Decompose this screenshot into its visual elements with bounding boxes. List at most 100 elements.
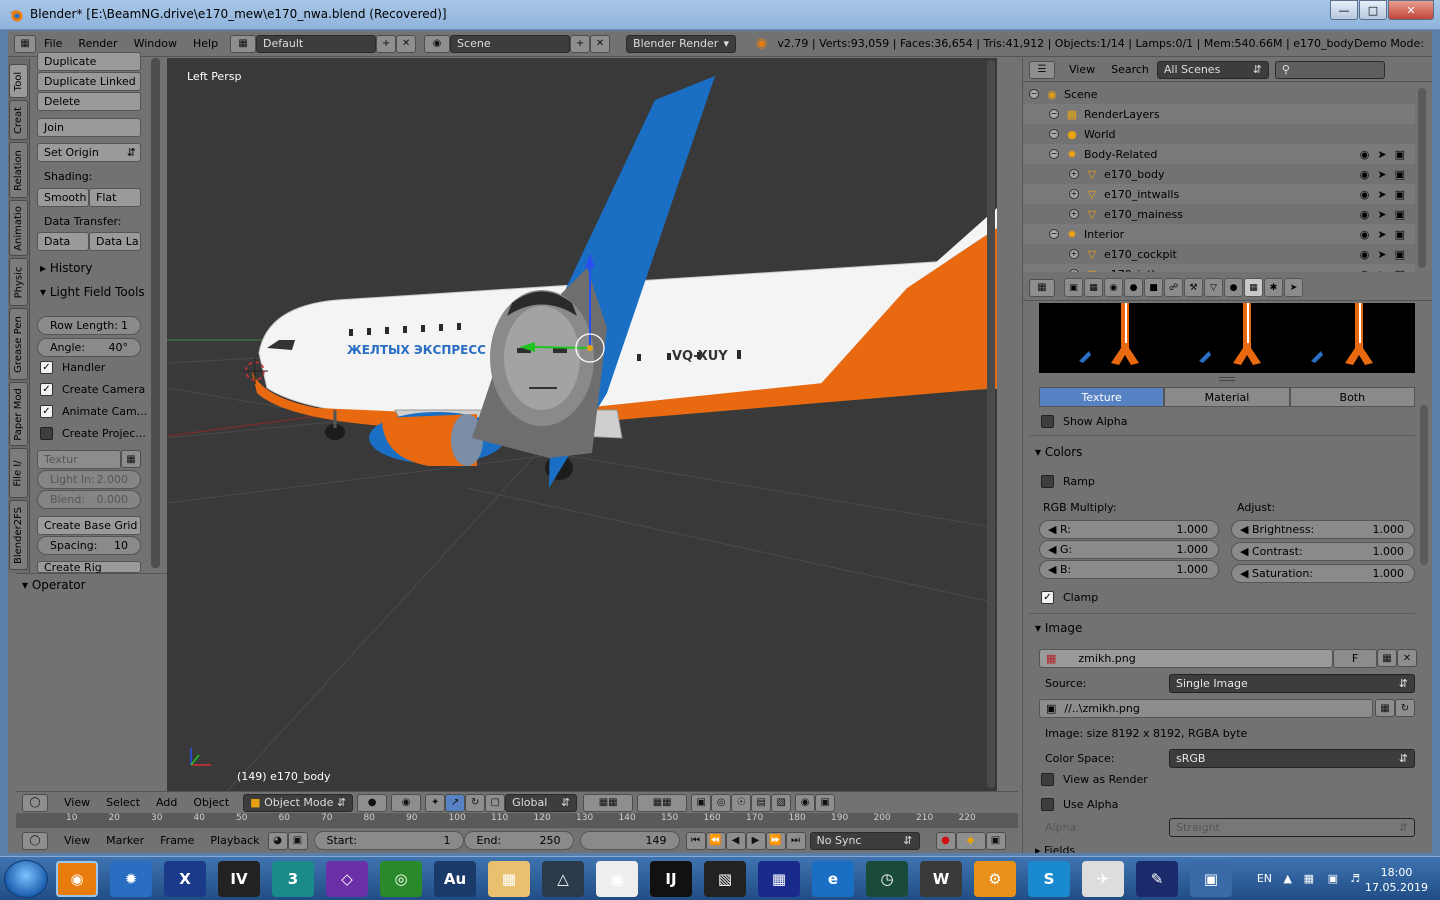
tab-relation[interactable]: Relation: [9, 142, 28, 198]
expand-toggle-icon[interactable]: +: [1069, 269, 1079, 272]
scale-icon[interactable]: ▢: [485, 793, 506, 812]
minimize-button[interactable]: —: [1330, 0, 1358, 20]
expand-toggle-icon[interactable]: −: [1049, 229, 1059, 239]
constraints-tab-icon[interactable]: ☍: [1164, 278, 1183, 297]
history-panel-header[interactable]: ▸ History: [40, 261, 93, 275]
visibility-eye-icon[interactable]: ◉: [1360, 168, 1370, 181]
menu-marker[interactable]: Marker: [98, 834, 152, 847]
delete-button[interactable]: Delete: [37, 92, 141, 111]
lock-icon[interactable]: ▣: [287, 831, 308, 850]
tab-blender2fs[interactable]: Blender2FS: [9, 500, 28, 570]
outliner-row[interactable]: − ● World: [1023, 124, 1415, 144]
editor-type-icon[interactable]: ▦: [1029, 278, 1055, 297]
properties-scrollbar[interactable]: [1420, 405, 1428, 565]
animate-camera-checkbox[interactable]: ✓ Animate Cam...: [40, 405, 147, 418]
render-engine-select[interactable]: Blender Render ▾: [626, 34, 737, 53]
next-keyframe-icon[interactable]: ⏩: [765, 831, 786, 850]
preview-material-tab[interactable]: Material: [1164, 387, 1290, 407]
taskbar-w-app-icon[interactable]: W: [920, 861, 962, 897]
use-alpha-checkbox[interactable]: Use Alpha: [1041, 798, 1118, 811]
create-base-grid-button[interactable]: Create Base Grid: [37, 516, 141, 535]
maximize-button[interactable]: □: [1359, 0, 1387, 20]
selectable-cursor-icon[interactable]: ➤: [1377, 228, 1386, 241]
tab-file-io[interactable]: File I/: [9, 448, 28, 498]
menu-select[interactable]: Select: [98, 796, 148, 809]
taskbar-settings-icon[interactable]: ⚙: [974, 861, 1016, 897]
render-camera-icon[interactable]: ▣: [1395, 148, 1405, 161]
layers-grid-icon[interactable]: ▦▦: [583, 793, 634, 812]
duplicate-linked-button[interactable]: Duplicate Linked: [37, 72, 141, 91]
visibility-eye-icon[interactable]: ◉: [1360, 188, 1370, 201]
render-animation-icon[interactable]: ▣: [815, 793, 836, 812]
scene-icon[interactable]: ◉: [424, 34, 451, 53]
snap-target-icon[interactable]: ▤: [751, 793, 772, 812]
preview-resize-handle[interactable]: [1219, 377, 1235, 381]
render-camera-icon[interactable]: ▣: [1395, 208, 1405, 221]
editor-type-icon[interactable]: ▦: [14, 34, 36, 53]
view-as-render-checkbox[interactable]: View as Render: [1041, 773, 1148, 786]
brightness-field[interactable]: ◀ Brightness: 1.000: [1231, 520, 1415, 539]
taskbar-network-icon[interactable]: ✹: [110, 861, 152, 897]
layout-icon[interactable]: ▦: [230, 34, 257, 53]
selectable-cursor-icon[interactable]: ➤: [1377, 208, 1386, 221]
pivot-icon[interactable]: ◉: [391, 793, 422, 812]
taskbar-desktop-icon[interactable]: ▣: [1190, 861, 1232, 897]
proportional-icon[interactable]: ◎: [711, 793, 732, 812]
taskbar-iv-icon[interactable]: IV: [218, 861, 260, 897]
data-button[interactable]: Data: [37, 232, 89, 251]
color-space-select[interactable]: sRGB ⇵: [1169, 749, 1415, 768]
language-indicator[interactable]: EN: [1257, 872, 1272, 885]
outliner-scrollbar[interactable]: [1418, 88, 1426, 268]
taskbar-intellij-icon[interactable]: IJ: [650, 861, 692, 897]
visibility-eye-icon[interactable]: ◉: [1360, 248, 1370, 261]
visibility-eye-icon[interactable]: ◉: [1360, 208, 1370, 221]
render-camera-icon[interactable]: ▣: [1395, 228, 1405, 241]
display-icon[interactable]: ▣: [1328, 872, 1338, 885]
network-icon[interactable]: ▦: [1304, 872, 1314, 885]
play-reverse-icon[interactable]: ◀: [725, 831, 746, 850]
preview-range-icon[interactable]: ◕: [267, 831, 288, 850]
data-layout-button[interactable]: Data La: [89, 232, 141, 251]
saturation-field[interactable]: ◀ Saturation: 1.000: [1231, 564, 1415, 583]
start-frame-field[interactable]: Start: 1: [313, 831, 464, 850]
outliner-row[interactable]: + ▽ e170_mainess ◉ ➤ ▣: [1023, 204, 1415, 224]
menu-window[interactable]: Window: [126, 37, 185, 50]
expand-toggle-icon[interactable]: −: [1049, 109, 1059, 119]
tray-arrow-icon[interactable]: ▲: [1284, 872, 1292, 885]
keying-set-icon[interactable]: ◆: [955, 831, 986, 850]
tool-panel-scrollbar[interactable]: [151, 58, 160, 568]
taskbar-visual-studio-icon[interactable]: ◇: [326, 861, 368, 897]
scene-tab-icon[interactable]: ◉: [1104, 278, 1123, 297]
record-icon[interactable]: ●: [935, 831, 956, 850]
show-alpha-checkbox[interactable]: Show Alpha: [1041, 415, 1127, 428]
image-browse-icon[interactable]: ▦: [121, 450, 141, 468]
create-projector-checkbox[interactable]: Create Projec...: [40, 427, 146, 440]
taskbar-folder-icon[interactable]: ▦: [488, 861, 530, 897]
snap-icon[interactable]: ☉: [731, 793, 752, 812]
close-button[interactable]: ✕: [1388, 0, 1434, 20]
visibility-eye-icon[interactable]: ◉: [1360, 228, 1370, 241]
image-name-field[interactable]: ▦ zmikh.png: [1039, 649, 1333, 668]
outliner-row[interactable]: − ◉ Scene: [1023, 84, 1415, 104]
tab-grease-pencil[interactable]: Grease Pen: [9, 308, 28, 380]
preview-both-tab[interactable]: Both: [1289, 387, 1415, 407]
tab-paper-model[interactable]: Paper Mod: [9, 382, 28, 446]
menu-view[interactable]: View: [56, 834, 98, 847]
taskbar-rocket-icon[interactable]: ✈: [1082, 861, 1124, 897]
timeline-ruler[interactable]: 10 20 30 40 50 60 70 80 90 100 110 120 130 140 150 160 1…: [16, 813, 1018, 827]
play-icon[interactable]: ▶: [745, 831, 766, 850]
taskbar-x-app-icon[interactable]: X: [164, 861, 206, 897]
outliner-row[interactable]: + ▽ e170_body ◉ ➤ ▣: [1023, 164, 1415, 184]
current-frame-field[interactable]: 149: [579, 831, 680, 850]
g-field[interactable]: ◀ G: 1.000: [1039, 540, 1219, 559]
tab-create[interactable]: Creat: [9, 100, 28, 140]
display-mode-select[interactable]: All Scenes ⇵: [1156, 60, 1269, 79]
visibility-eye-icon[interactable]: ◉: [1360, 148, 1370, 161]
row-length-field[interactable]: Row Length: 1: [37, 316, 141, 335]
physics-tab-icon[interactable]: ➤: [1284, 278, 1303, 297]
menu-help[interactable]: Help: [185, 37, 226, 50]
render-camera-icon[interactable]: ▣: [1395, 248, 1405, 261]
selectable-cursor-icon[interactable]: ➤: [1377, 268, 1386, 273]
spacing-field[interactable]: Spacing: 10: [37, 536, 141, 555]
b-field[interactable]: ◀ B: 1.000: [1039, 560, 1219, 579]
